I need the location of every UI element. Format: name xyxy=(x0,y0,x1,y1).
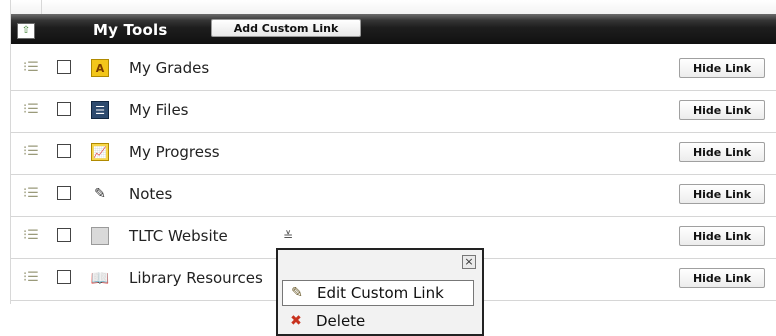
progress-icon: 📈 xyxy=(91,143,109,161)
pencil-icon: ✎ xyxy=(291,285,303,301)
tool-checkbox[interactable] xyxy=(57,270,71,284)
grades-icon: A xyxy=(91,59,109,77)
tool-row: ⁝☰ 📈 My Progress Hide Link xyxy=(11,132,776,175)
drag-handle-icon[interactable]: ⁝☰ xyxy=(23,102,39,118)
header-shine xyxy=(11,14,776,20)
tool-label[interactable]: Library Resources xyxy=(129,269,263,287)
tool-checkbox[interactable] xyxy=(57,102,71,116)
notes-icon: ✎ xyxy=(94,186,106,202)
tool-label[interactable]: My Grades xyxy=(129,59,209,77)
tools-header: ⇧ My Tools xyxy=(11,14,776,44)
files-icon: ☰ xyxy=(91,101,109,119)
hide-link-button[interactable]: Hide Link xyxy=(679,226,765,246)
edit-custom-link-menu-item[interactable]: ✎ Edit Custom Link xyxy=(282,280,474,306)
tool-row: ⁝☰ A My Grades Hide Link xyxy=(11,48,776,91)
delete-icon: ✖ xyxy=(290,313,302,329)
column-divider xyxy=(41,0,42,14)
context-menu-toggle-icon[interactable]: ≚ xyxy=(283,227,297,245)
context-menu: × ✎ Edit Custom Link ✖ Delete xyxy=(276,248,484,336)
tool-label[interactable]: My Progress xyxy=(129,143,220,161)
hide-link-button[interactable]: Hide Link xyxy=(679,58,765,78)
drag-handle-icon[interactable]: ⁝☰ xyxy=(23,270,39,286)
page-title: My Tools xyxy=(93,21,168,39)
add-custom-link-button[interactable]: Add Custom Link xyxy=(211,19,361,37)
menu-item-label: Edit Custom Link xyxy=(317,284,444,302)
tool-row: ⁝☰ ☰ My Files Hide Link xyxy=(11,90,776,133)
menu-item-label: Delete xyxy=(316,312,366,330)
link-icon xyxy=(91,227,109,245)
tool-checkbox[interactable] xyxy=(57,144,71,158)
tool-checkbox[interactable] xyxy=(57,60,71,74)
tool-checkbox[interactable] xyxy=(57,186,71,200)
drag-handle-icon[interactable]: ⁝☰ xyxy=(23,228,39,244)
tool-label[interactable]: Notes xyxy=(129,185,172,203)
hide-link-button[interactable]: Hide Link xyxy=(679,100,765,120)
hide-link-button[interactable]: Hide Link xyxy=(679,142,765,162)
collapse-icon[interactable]: ⇧ xyxy=(17,23,35,39)
tool-label[interactable]: My Files xyxy=(129,101,189,119)
drag-handle-icon[interactable]: ⁝☰ xyxy=(23,60,39,76)
book-icon: 📖 xyxy=(90,268,110,287)
top-strip xyxy=(11,0,776,15)
tool-row: ⁝☰ ✎ Notes Hide Link xyxy=(11,174,776,217)
delete-menu-item[interactable]: ✖ Delete xyxy=(282,308,474,334)
drag-handle-icon[interactable]: ⁝☰ xyxy=(23,144,39,160)
tool-checkbox[interactable] xyxy=(57,228,71,242)
drag-handle-icon[interactable]: ⁝☰ xyxy=(23,186,39,202)
tool-label[interactable]: TLTC Website xyxy=(129,227,228,245)
hide-link-button[interactable]: Hide Link xyxy=(679,268,765,288)
close-icon[interactable]: × xyxy=(462,255,476,269)
hide-link-button[interactable]: Hide Link xyxy=(679,184,765,204)
